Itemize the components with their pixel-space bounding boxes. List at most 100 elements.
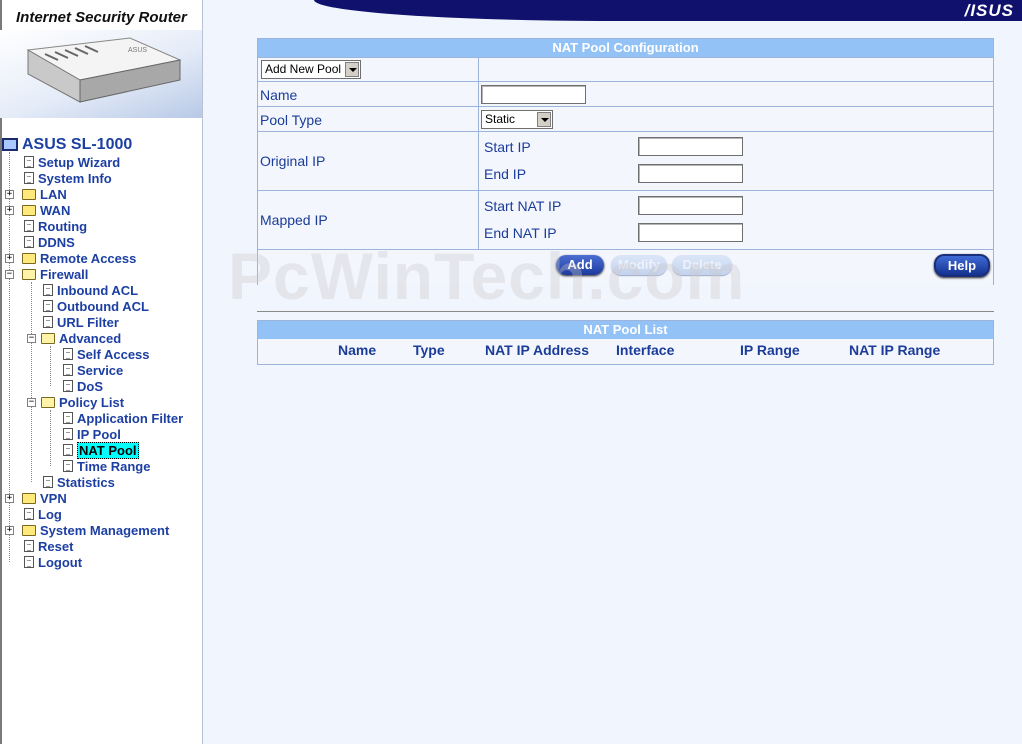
tree-item-statistics[interactable]: Statistics [43, 474, 115, 490]
document-icon [63, 460, 73, 472]
tree-item-label: Policy List [59, 394, 125, 410]
end-nat-ip-field[interactable] [638, 223, 743, 242]
svg-text:ASUS: ASUS [128, 47, 147, 54]
add-button[interactable]: Add [556, 255, 604, 275]
nat-pool-list-panel: NAT Pool List Name Type NAT IP Address I… [257, 320, 994, 365]
tree-item-system-info[interactable]: System Info [24, 170, 112, 186]
tree-item-system-management[interactable]: System Management [22, 522, 169, 538]
folder-icon [22, 204, 36, 216]
tree-item-application-filter[interactable]: Application Filter [63, 410, 183, 426]
tree-item-wan[interactable]: WAN [22, 202, 70, 218]
tree-line [50, 346, 51, 386]
start-ip-field[interactable] [638, 137, 743, 156]
help-button[interactable]: Help [934, 254, 990, 277]
delete-button[interactable]: Delete [672, 255, 732, 275]
tree-item-firewall[interactable]: Firewall [22, 266, 88, 282]
pool-type-select[interactable]: Static [481, 110, 553, 129]
tree-item-label: Remote Access [40, 250, 137, 266]
folder-icon [22, 524, 36, 536]
tree-item-log[interactable]: Log [24, 506, 62, 522]
expand-icon[interactable]: + [5, 254, 14, 263]
pool-type-row: Pool Type Static [258, 106, 993, 132]
tree-root-label: ASUS SL-1000 [22, 135, 133, 153]
pool-select[interactable]: Add New Pool [261, 60, 361, 79]
mapped-ip-row: Mapped IP Start NAT IP End NAT IP [258, 190, 993, 250]
expand-icon[interactable]: + [5, 494, 14, 503]
end-ip-label: End IP [484, 166, 527, 182]
tree-item-label: NAT Pool [77, 441, 139, 459]
document-icon [63, 444, 73, 456]
tree-item-reset[interactable]: Reset [24, 538, 73, 554]
folder-icon [22, 492, 36, 504]
collapse-icon[interactable]: − [27, 334, 36, 343]
document-icon [63, 412, 73, 424]
pool-select-row: Add New Pool [258, 57, 993, 82]
name-label: Name [260, 87, 298, 103]
tree-item-ip-pool[interactable]: IP Pool [63, 426, 121, 442]
nat-pool-config-panel: NAT Pool Configuration Add New Pool Name… [257, 38, 994, 285]
column-header-nat-ip-range: NAT IP Range [849, 342, 941, 358]
panel-title: NAT Pool Configuration [258, 39, 993, 57]
column-header-interface: Interface [616, 342, 675, 358]
modify-button[interactable]: Modify [611, 255, 667, 275]
tree-item-label: System Info [38, 170, 112, 186]
tree-item-time-range[interactable]: Time Range [63, 458, 150, 474]
tree-item-nat-pool[interactable]: NAT Pool [63, 441, 139, 459]
document-icon [63, 348, 73, 360]
folder-icon [22, 252, 36, 264]
tree-item-label: VPN [40, 490, 67, 506]
pool-type-label: Pool Type [260, 112, 323, 128]
tree-item-vpn[interactable]: VPN [22, 490, 67, 506]
tree-item-logout[interactable]: Logout [24, 554, 82, 570]
tree-item-routing[interactable]: Routing [24, 218, 87, 234]
tree-item-label: Inbound ACL [57, 282, 139, 298]
open-folder-icon [22, 268, 36, 280]
tree-item-outbound-acl[interactable]: Outbound ACL [43, 298, 149, 314]
tree-item-label: Outbound ACL [57, 298, 149, 314]
tree-item-label: Application Filter [77, 410, 184, 426]
column-header-type: Type [413, 342, 445, 358]
tree-item-label: DDNS [38, 234, 75, 250]
tree-item-advanced[interactable]: Advanced [41, 330, 121, 346]
tree-line [31, 282, 32, 482]
tree-item-inbound-acl[interactable]: Inbound ACL [43, 282, 138, 298]
tree-item-policy-list[interactable]: Policy List [41, 394, 124, 410]
collapse-icon[interactable]: − [5, 270, 14, 279]
tree-item-url-filter[interactable]: URL Filter [43, 314, 119, 330]
button-row: Add Modify Delete Help [258, 249, 993, 285]
tree-item-dos[interactable]: DoS [63, 378, 103, 394]
collapse-icon[interactable]: − [27, 398, 36, 407]
tree-item-lan[interactable]: LAN [22, 186, 67, 202]
expand-icon[interactable]: + [5, 526, 14, 535]
document-icon [24, 156, 34, 168]
document-icon [43, 476, 53, 488]
computer-icon [2, 137, 18, 151]
end-ip-field[interactable] [638, 164, 743, 183]
end-nat-ip-label: End NAT IP [484, 225, 557, 241]
document-icon [43, 300, 53, 312]
open-folder-icon [41, 396, 55, 408]
asus-logo: /ISUS [964, 1, 1014, 20]
tree-item-self-access[interactable]: Self Access [63, 346, 150, 362]
tree-root[interactable]: ASUS SL-1000 [2, 136, 132, 152]
document-icon [24, 220, 34, 232]
expand-icon[interactable]: + [5, 206, 14, 215]
document-icon [43, 316, 53, 328]
name-field[interactable] [481, 85, 586, 104]
column-header-name: Name [338, 342, 377, 358]
tree-item-remote-access[interactable]: Remote Access [22, 250, 136, 266]
start-nat-ip-field[interactable] [638, 196, 743, 215]
tree-item-label: Routing [38, 218, 88, 234]
chevron-down-icon [345, 62, 359, 77]
tree-item-setup-wizard[interactable]: Setup Wizard [24, 154, 120, 170]
column-header-ip-range: IP Range [740, 342, 800, 358]
expand-icon[interactable]: + [5, 190, 14, 199]
document-icon [43, 284, 53, 296]
tree-item-ddns[interactable]: DDNS [24, 234, 75, 250]
tree-item-label: Time Range [77, 458, 151, 474]
column-header-nat-ip-address: NAT IP Address [485, 342, 589, 358]
tree-item-label: Advanced [59, 330, 122, 346]
pool-type-value: Static [485, 112, 516, 126]
tree-item-service[interactable]: Service [63, 362, 123, 378]
tree-item-label: Setup Wizard [38, 154, 121, 170]
